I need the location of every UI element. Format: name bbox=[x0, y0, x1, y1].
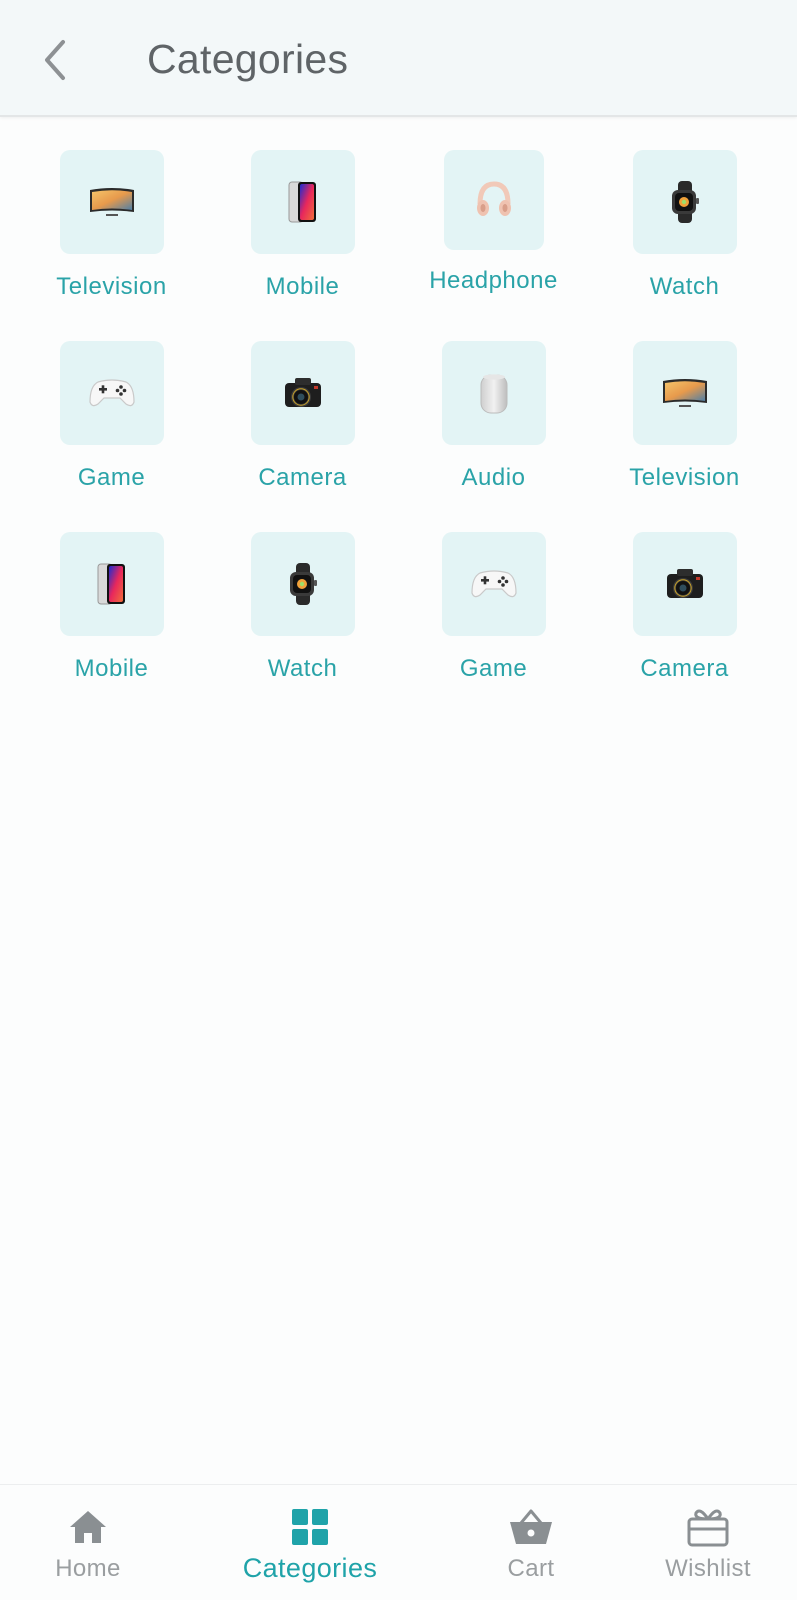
nav-item-cart[interactable]: Cart bbox=[441, 1485, 621, 1600]
chevron-left-icon bbox=[45, 40, 65, 80]
categories-grid: Television Mobile Headphone Watch Game C… bbox=[0, 150, 797, 693]
nav-item-categories[interactable]: Categories bbox=[220, 1485, 400, 1600]
category-tile[interactable] bbox=[250, 150, 355, 254]
category-label: Headphone bbox=[429, 267, 558, 294]
category-tile[interactable] bbox=[250, 341, 355, 445]
back-button[interactable] bbox=[28, 34, 80, 86]
category-item-camera[interactable]: Camera bbox=[589, 532, 780, 693]
category-item-mobile[interactable]: Mobile bbox=[16, 532, 207, 693]
category-tile[interactable] bbox=[441, 341, 546, 445]
television-icon bbox=[662, 379, 707, 407]
category-item-mobile[interactable]: Mobile bbox=[207, 150, 398, 311]
category-tile[interactable] bbox=[250, 532, 355, 636]
camera-icon bbox=[284, 378, 321, 407]
nav-item-home[interactable]: Home bbox=[0, 1485, 178, 1600]
category-tile[interactable] bbox=[59, 341, 164, 445]
category-tile[interactable] bbox=[441, 532, 546, 636]
game-controller-icon bbox=[88, 379, 135, 407]
home-icon bbox=[68, 1505, 108, 1549]
category-label: Television bbox=[629, 464, 740, 491]
nav-label-home: Home bbox=[55, 1555, 121, 1582]
page-title: Categories bbox=[147, 36, 349, 82]
category-item-watch[interactable]: Watch bbox=[207, 532, 398, 693]
mobile-icon bbox=[288, 181, 316, 223]
category-item-game[interactable]: Game bbox=[16, 341, 207, 502]
nav-label-cart: Cart bbox=[507, 1555, 555, 1582]
category-tile[interactable] bbox=[632, 532, 737, 636]
game-controller-icon bbox=[470, 570, 517, 598]
category-item-television[interactable]: Television bbox=[589, 341, 780, 502]
category-label: Mobile bbox=[265, 273, 340, 300]
category-item-camera[interactable]: Camera bbox=[207, 341, 398, 502]
television-icon bbox=[89, 188, 134, 216]
camera-icon bbox=[666, 569, 703, 598]
nav-label-wishlist: Wishlist bbox=[665, 1555, 751, 1582]
categories-grid-icon bbox=[290, 1505, 330, 1549]
nav-item-wishlist[interactable]: Wishlist bbox=[618, 1485, 797, 1600]
category-label: Camera bbox=[258, 464, 347, 491]
category-item-watch[interactable]: Watch bbox=[589, 150, 780, 311]
headphone-icon bbox=[476, 181, 511, 216]
speaker-icon bbox=[480, 374, 507, 414]
nav-label-categories: Categories bbox=[242, 1553, 378, 1583]
bottom-navigation: Home Categories Cart Wishlist bbox=[0, 1484, 797, 1600]
watch-icon bbox=[289, 563, 317, 605]
cart-basket-icon bbox=[507, 1505, 555, 1549]
mobile-icon bbox=[97, 563, 125, 605]
category-tile[interactable] bbox=[443, 150, 544, 250]
category-label: Camera bbox=[640, 655, 729, 682]
category-item-headphone[interactable]: Headphone bbox=[398, 150, 589, 311]
category-tile[interactable] bbox=[59, 150, 164, 254]
category-label: Game bbox=[459, 655, 528, 682]
category-label: Television bbox=[56, 273, 167, 300]
category-label: Game bbox=[77, 464, 146, 491]
category-label: Watch bbox=[267, 655, 338, 682]
category-tile[interactable] bbox=[632, 150, 737, 254]
category-label: Audio bbox=[461, 464, 526, 491]
category-tile[interactable] bbox=[632, 341, 737, 445]
category-item-television[interactable]: Television bbox=[16, 150, 207, 311]
category-label: Mobile bbox=[74, 655, 149, 682]
category-item-audio[interactable]: Audio bbox=[398, 341, 589, 502]
category-label: Watch bbox=[649, 273, 720, 300]
category-tile[interactable] bbox=[59, 532, 164, 636]
watch-icon bbox=[671, 181, 699, 223]
app-bar: Categories bbox=[0, 0, 797, 117]
gift-icon bbox=[686, 1505, 730, 1549]
category-item-game[interactable]: Game bbox=[398, 532, 589, 693]
